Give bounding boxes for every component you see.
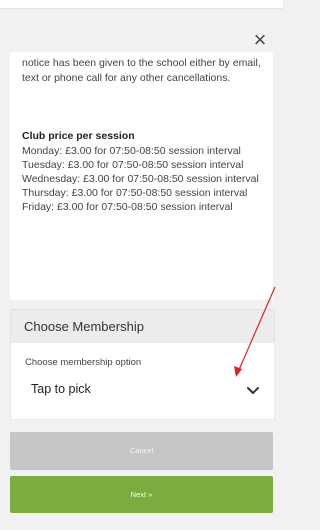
cancellation-notice-text: notice has been given to the school eith… — [22, 57, 261, 84]
club-info-card: notice has been given to the school eith… — [10, 52, 273, 300]
next-button[interactable]: Next » — [10, 476, 273, 513]
top-bar — [0, 0, 283, 9]
picker-value: Tap to pick — [31, 382, 91, 396]
cancel-button[interactable]: Cancel — [10, 432, 273, 470]
price-friday: Friday: £3.00 for 07:50-08:50 session in… — [22, 201, 233, 213]
price-monday: Monday: £3.00 for 07:50-08:50 session in… — [22, 145, 241, 157]
membership-section-header: Choose Membership — [10, 309, 275, 345]
membership-section-body: Choose membership option Tap to pick — [10, 343, 275, 420]
close-icon[interactable]: × — [248, 28, 272, 52]
price-wednesday: Wednesday: £3.00 for 07:50-08:50 session… — [22, 173, 259, 185]
membership-option-picker[interactable]: Tap to pick — [17, 375, 267, 405]
membership-option-label: Choose membership option — [25, 357, 142, 368]
membership-section-title: Choose Membership — [24, 319, 144, 334]
price-list: Monday: £3.00 for 07:50-08:50 session in… — [22, 144, 267, 214]
price-tuesday: Tuesday: £3.00 for 07:50-08:50 session i… — [22, 159, 244, 171]
club-price-heading: Club price per session — [22, 130, 135, 142]
price-thursday: Thursday: £3.00 for 07:50-08:50 session … — [22, 187, 248, 199]
chevron-down-icon[interactable] — [243, 380, 263, 400]
